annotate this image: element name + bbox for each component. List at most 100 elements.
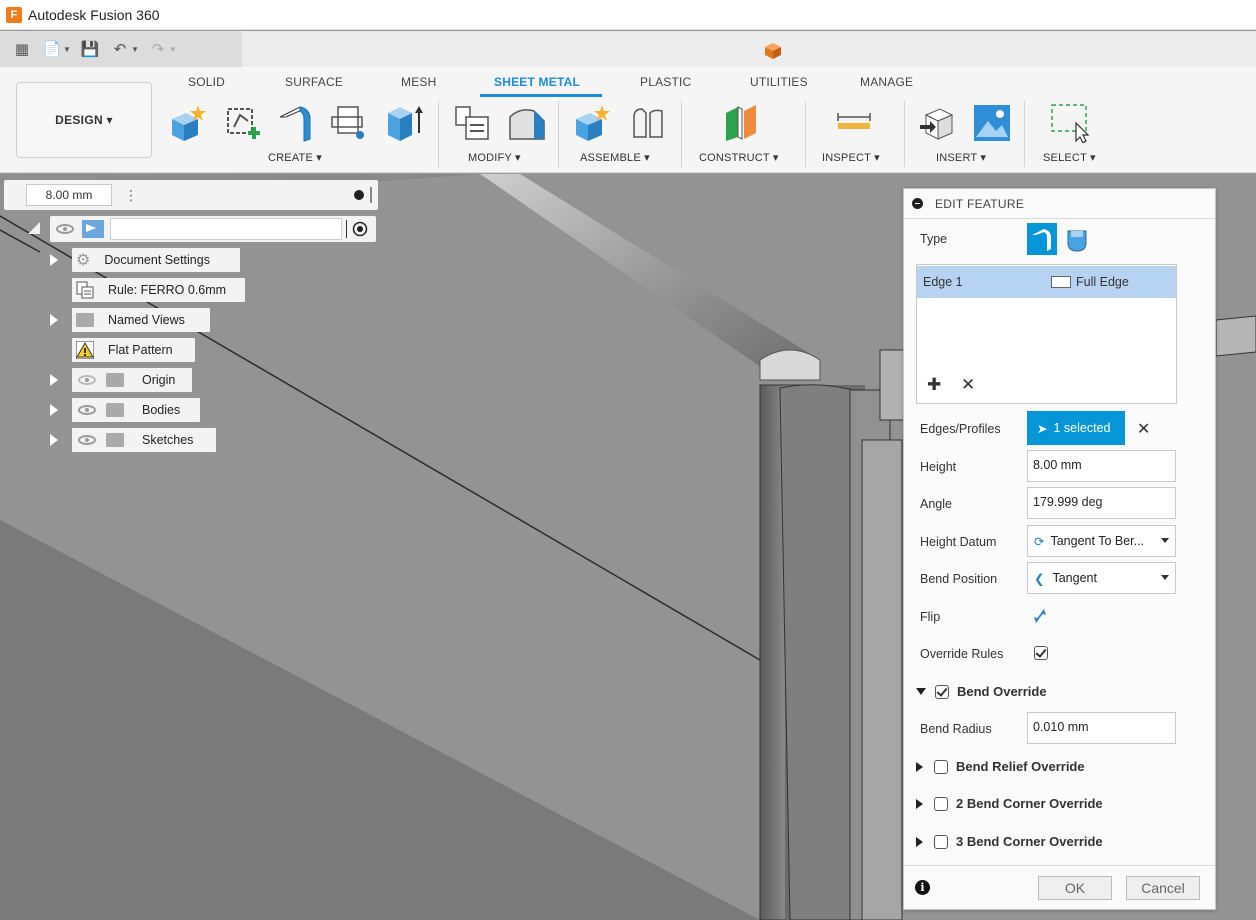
extrude-icon[interactable] [384, 103, 424, 143]
tree-item-label: Origin [142, 373, 176, 387]
expand-bodies-icon[interactable] [50, 404, 58, 416]
height-datum-dropdown[interactable]: ⟳ Tangent To Ber... [1027, 525, 1176, 557]
warning-icon [76, 341, 94, 359]
create-sketch-icon[interactable] [222, 103, 262, 143]
expand-origin-icon[interactable] [50, 374, 58, 386]
tab-surface[interactable]: SURFACE [285, 75, 343, 89]
activate-component-icon[interactable] [352, 221, 368, 237]
tab-sheet-metal[interactable]: SHEET METAL [494, 75, 580, 89]
undo-icon[interactable]: ↶ [108, 40, 132, 58]
bend-override-section[interactable]: Bend Override [916, 684, 1047, 699]
offset-plane-icon[interactable] [722, 103, 762, 143]
expand-triangle-icon[interactable] [916, 688, 926, 695]
height-label: Height [920, 460, 957, 474]
expand-sketches-icon[interactable] [50, 434, 58, 446]
file-dropdown-icon[interactable]: ▼ [62, 45, 72, 54]
tree-root-item[interactable] [28, 216, 376, 242]
folder-icon [106, 373, 124, 387]
select-group-label[interactable]: SELECT ▾ [1043, 151, 1096, 164]
bend-position-dropdown[interactable]: ❮ Tangent [1027, 562, 1176, 594]
panel-splitter[interactable] [370, 187, 372, 203]
ok-button[interactable]: OK [1038, 876, 1112, 900]
assemble-group-label[interactable]: ASSEMBLE ▾ [580, 151, 650, 164]
more-options-icon[interactable]: ⋮ [124, 187, 138, 204]
tree-item-origin[interactable]: Origin [72, 368, 192, 392]
add-edge-icon[interactable]: ✚ [927, 375, 941, 395]
bend-override-checkbox[interactable] [935, 684, 949, 699]
collapse-panel-icon[interactable] [912, 198, 923, 209]
edges-selection-button[interactable]: ➤ 1 selected [1027, 411, 1125, 445]
save-icon[interactable]: 💾 [78, 40, 102, 58]
height-datum-value: Tangent To Ber... [1050, 534, 1145, 548]
insert-derive-icon[interactable] [918, 103, 958, 143]
three-bend-corner-override-checkbox[interactable] [934, 834, 948, 849]
expand-triangle-icon[interactable] [916, 836, 923, 847]
edge-type[interactable]: Full Edge [1051, 275, 1129, 289]
tree-item-label: Named Views [108, 313, 185, 327]
modify-group-label[interactable]: MODIFY ▾ [468, 151, 521, 164]
press-pull-icon[interactable] [452, 103, 492, 143]
component-name-field[interactable] [110, 218, 342, 240]
expand-triangle-icon[interactable] [916, 761, 923, 772]
new-component-assemble-icon[interactable] [574, 103, 614, 143]
edge-list-row[interactable]: Edge 1 Full Edge [917, 266, 1176, 298]
workspace-switcher-button[interactable]: DESIGN ▾ [16, 82, 152, 158]
override-rules-checkbox[interactable] [1034, 646, 1048, 660]
angle-label: Angle [920, 497, 952, 511]
grid-menu-icon[interactable]: ▦ [10, 40, 34, 58]
dimension-input[interactable]: 8.00 mm [26, 184, 112, 206]
expand-document-settings-icon[interactable] [50, 254, 58, 266]
visibility-eye-icon[interactable] [78, 435, 96, 445]
undo-dropdown-icon[interactable]: ▼ [130, 45, 140, 54]
flange-icon[interactable] [278, 103, 318, 143]
expand-triangle-icon[interactable] [916, 798, 923, 809]
insert-canvas-icon[interactable] [972, 103, 1012, 143]
two-bend-corner-override-section[interactable]: 2 Bend Corner Override [916, 796, 1103, 811]
redo-icon[interactable]: ↷ [146, 40, 170, 58]
tab-manage[interactable]: MANAGE [860, 75, 913, 89]
clear-selection-icon[interactable]: ✕ [1137, 419, 1150, 439]
visibility-eye-icon[interactable] [56, 224, 74, 234]
tree-item-flat-pattern[interactable]: Flat Pattern [72, 338, 195, 362]
window-select-icon[interactable] [1050, 103, 1090, 143]
tab-plastic[interactable]: PLASTIC [640, 75, 691, 89]
three-bend-corner-override-section[interactable]: 3 Bend Corner Override [916, 834, 1103, 849]
create-group-label[interactable]: CREATE ▾ [268, 151, 322, 164]
bend-relief-override-section[interactable]: Bend Relief Override [916, 759, 1085, 774]
unfold-icon[interactable] [330, 103, 370, 143]
construct-group-label[interactable]: CONSTRUCT ▾ [699, 151, 779, 164]
flip-direction-icon[interactable] [1032, 607, 1048, 625]
tab-utilities[interactable]: UTILITIES [750, 75, 808, 89]
minimize-browser-icon[interactable] [354, 190, 364, 200]
tree-item-sketches[interactable]: Sketches [72, 428, 216, 452]
insert-group-label[interactable]: INSERT ▾ [936, 151, 986, 164]
collapse-triangle-icon[interactable] [28, 222, 40, 234]
bend-relief-override-checkbox[interactable] [934, 759, 948, 774]
two-bend-corner-override-checkbox[interactable] [934, 796, 948, 811]
cancel-button[interactable]: Cancel [1126, 876, 1200, 900]
measure-icon[interactable] [834, 103, 874, 143]
remove-edge-icon[interactable]: ✕ [961, 375, 975, 395]
bend-radius-label: Bend Radius [920, 722, 992, 736]
info-icon[interactable]: i [915, 880, 930, 895]
redo-dropdown-icon[interactable]: ▼ [168, 45, 178, 54]
tab-solid[interactable]: SOLID [188, 75, 225, 89]
file-menu-icon[interactable]: 📄 [40, 40, 64, 58]
tree-item-named-views[interactable]: Named Views [72, 308, 210, 332]
visibility-eye-icon[interactable] [78, 405, 96, 415]
bend-radius-input[interactable]: 0.010 mm [1027, 712, 1176, 744]
height-input[interactable]: 8.00 mm [1027, 450, 1176, 482]
tree-item-bodies[interactable]: Bodies [72, 398, 200, 422]
tab-mesh[interactable]: MESH [401, 75, 436, 89]
new-component-icon[interactable] [168, 103, 208, 143]
fillet-icon[interactable] [506, 103, 546, 143]
flange-type-icon[interactable] [1027, 223, 1057, 255]
expand-named-views-icon[interactable] [50, 314, 58, 326]
joint-icon[interactable] [628, 103, 668, 143]
tree-item-rule[interactable]: Rule: FERRO 0.6mm [72, 278, 245, 302]
tree-item-document-settings[interactable]: ⚙ Document Settings [72, 248, 240, 272]
inspect-group-label[interactable]: INSPECT ▾ [822, 151, 880, 164]
hidden-eye-icon[interactable] [78, 375, 96, 385]
angle-input[interactable]: 179.999 deg [1027, 487, 1176, 519]
hem-type-icon[interactable] [1062, 223, 1092, 255]
